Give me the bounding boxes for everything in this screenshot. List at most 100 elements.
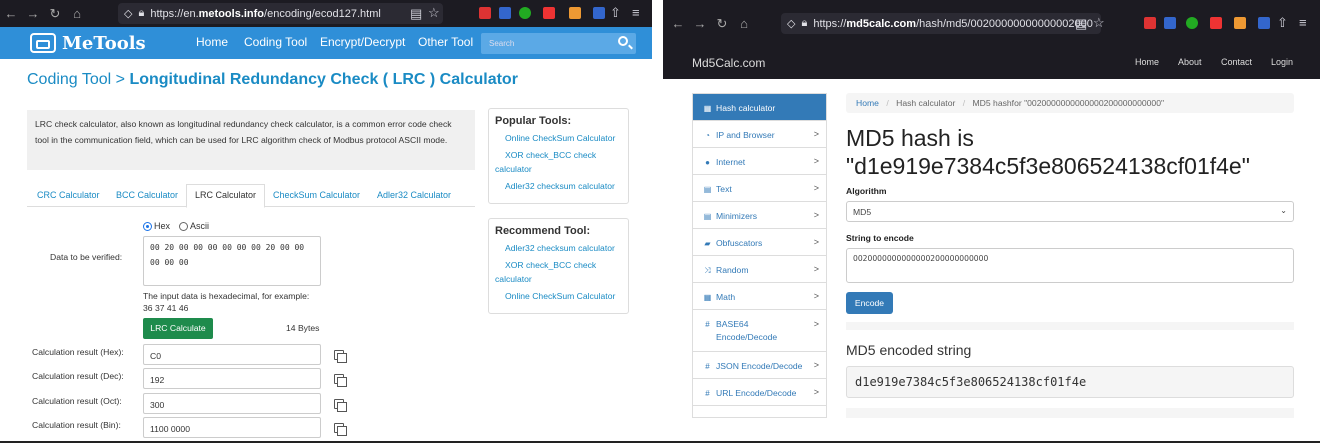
recommend-link[interactable]: XOR check_BCC check calculator — [495, 258, 622, 286]
extension-icon[interactable] — [1144, 17, 1156, 29]
sidebar-item-base64[interactable]: # BASE64 Encode/Decode > — [693, 310, 826, 352]
sidebar-item-internet[interactable]: ● Internet > — [693, 148, 826, 175]
breadcrumb-home[interactable]: Home — [856, 98, 879, 108]
nav-home[interactable]: Home — [196, 35, 228, 49]
result-oct-field[interactable]: 300 — [143, 393, 321, 414]
sidebar-item-url[interactable]: # URL Encode/Decode > — [693, 379, 826, 406]
radio-ascii[interactable]: Ascii — [179, 221, 209, 232]
sidebar-item-ip-browser[interactable]: ◔ IP and Browser > — [693, 121, 826, 148]
radio-hex[interactable]: Hex — [143, 221, 170, 232]
chevron-right-icon: > — [813, 319, 819, 329]
result-hex-label: Calculation result (Hex): — [32, 347, 124, 357]
extension-icon[interactable] — [569, 7, 581, 19]
lrc-calculate-button[interactable]: LRC Calculate — [143, 318, 213, 339]
extension-icon[interactable] — [1186, 17, 1198, 29]
string-input[interactable]: 0020000000000000200000000000 — [846, 248, 1294, 283]
result-bin-field[interactable]: 1100 0000 — [143, 417, 321, 438]
sidebar-item-minimizers[interactable]: ▤ Minimizers > — [693, 202, 826, 229]
nav-encrypt-decrypt[interactable]: Encrypt/Decrypt — [320, 35, 405, 49]
bookmark-star-icon[interactable]: ☆ — [428, 5, 440, 21]
calculator-icon: ▦ — [703, 293, 712, 302]
nav-contact[interactable]: Contact — [1221, 57, 1252, 67]
bookmark-star-icon[interactable]: ☆ — [1093, 15, 1105, 31]
tab-checksum[interactable]: CheckSum Calculator — [273, 190, 360, 200]
recommend-link[interactable]: Adler32 checksum calculator — [495, 241, 622, 255]
extension-icon[interactable] — [1258, 17, 1270, 29]
result-hex-field[interactable]: C0 — [143, 344, 321, 365]
address-bar[interactable]: ◇ 🔒︎ https://md5calc.com/hash/md5/002000… — [781, 13, 1101, 34]
search-input[interactable]: Search — [481, 33, 636, 54]
site-brand[interactable]: Md5Calc.com — [692, 56, 765, 70]
divider — [846, 322, 1294, 330]
description: LRC check calculator, also known as long… — [27, 110, 475, 170]
reader-icon[interactable]: ▤ — [410, 6, 422, 22]
encode-button[interactable]: Encode — [846, 292, 893, 314]
sidebar-item-text[interactable]: ▤ Text > — [693, 175, 826, 202]
nav-home[interactable]: Home — [1135, 57, 1159, 67]
divider — [0, 441, 1320, 443]
reload-icon[interactable]: ↻ — [711, 16, 733, 32]
tab-crc[interactable]: CRC Calculator — [37, 190, 100, 200]
share-icon[interactable]: ⇧ — [610, 5, 621, 21]
popular-link[interactable]: XOR check_BCC check calculator — [495, 148, 622, 176]
home-icon[interactable]: ⌂ — [66, 6, 88, 21]
file-icon: ▤ — [703, 185, 712, 194]
result-dec-field[interactable]: 192 — [143, 368, 321, 389]
site-navbar: Md5Calc.com Home About Contact Login — [663, 45, 1320, 79]
reload-icon[interactable]: ↻ — [44, 6, 66, 22]
extension-icon[interactable] — [593, 7, 605, 19]
copy-icon[interactable] — [334, 350, 347, 363]
forward-icon[interactable]: → — [22, 6, 44, 21]
encoded-result[interactable]: d1e919e7384c5f3e806524138cf01f4e — [846, 366, 1294, 398]
sidebar-item-math[interactable]: ▦ Math > — [693, 283, 826, 310]
extension-icon[interactable] — [1164, 17, 1176, 29]
address-bar[interactable]: ◇ 🔒︎ https://en. metools.info/encoding/ec… — [118, 3, 443, 24]
sidebar-item-hash-calculator[interactable]: ▦ Hash calculator — [693, 94, 826, 121]
tab-lrc[interactable]: LRC Calculator — [186, 184, 266, 208]
reader-icon[interactable]: ▤ — [1075, 16, 1087, 32]
back-icon[interactable]: ← — [667, 16, 689, 31]
result-dec-label: Calculation result (Dec): — [32, 371, 124, 381]
extension-icon[interactable] — [543, 7, 555, 19]
lock-icon: 🔒︎ — [138, 7, 145, 19]
copy-icon[interactable] — [334, 374, 347, 387]
grid-icon: ▦ — [703, 104, 712, 113]
sidebar-item-obfuscators[interactable]: ▰ Obfuscators > — [693, 229, 826, 256]
copy-icon[interactable] — [334, 399, 347, 412]
nav-login[interactable]: Login — [1271, 57, 1293, 67]
menu-icon[interactable]: ≡ — [632, 5, 640, 20]
extension-icon[interactable] — [499, 7, 511, 19]
search-icon[interactable] — [618, 36, 628, 46]
forward-icon[interactable]: → — [689, 16, 711, 31]
extension-icon[interactable] — [1210, 17, 1222, 29]
chevron-right-icon: > — [813, 210, 819, 220]
recommend-link[interactable]: Online CheckSum Calculator — [495, 289, 622, 303]
popular-link[interactable]: Adler32 checksum calculator — [495, 179, 622, 193]
nav-about[interactable]: About — [1178, 57, 1202, 67]
tab-bcc[interactable]: BCC Calculator — [116, 190, 178, 200]
menu-icon[interactable]: ≡ — [1299, 15, 1307, 30]
data-input[interactable]: 00 20 00 00 00 00 00 00 20 00 00 00 00 0… — [143, 236, 321, 286]
popular-link[interactable]: Online CheckSum Calculator — [495, 131, 622, 145]
nav-other-tool[interactable]: Other Tool — [418, 35, 473, 49]
back-icon[interactable]: ← — [0, 6, 22, 21]
extension-icon[interactable] — [1234, 17, 1246, 29]
browser-toolbar: ← → ↻ ⌂ ◇ 🔒︎ https://en. metools.info/enc… — [0, 0, 652, 27]
sidebar-item-json[interactable]: # JSON Encode/Decode > — [693, 352, 826, 379]
tools-sidebar: ▦ Hash calculator ◔ IP and Browser > ● Inter… — [692, 93, 827, 418]
copy-icon[interactable] — [334, 423, 347, 436]
hash-icon: # — [705, 389, 710, 398]
encoded-heading: MD5 encoded string — [846, 342, 972, 358]
extension-icon[interactable] — [519, 7, 531, 19]
home-icon[interactable]: ⌂ — [733, 16, 755, 31]
share-icon[interactable]: ⇧ — [1277, 15, 1288, 31]
algorithm-select[interactable]: MD5 ⌄ — [846, 201, 1294, 222]
tab-adler32[interactable]: Adler32 Calculator — [377, 190, 451, 200]
page-title: MD5 hash is "d1e919e7384c5f3e806524138cf… — [846, 125, 1250, 179]
breadcrumb-hash-calculator[interactable]: Hash calculator — [896, 98, 955, 108]
nav-coding-tool[interactable]: Coding Tool — [244, 35, 307, 49]
sidebar-item-random[interactable]: ⤨ Random > — [693, 256, 826, 283]
extension-icon[interactable] — [479, 7, 491, 19]
site-logo[interactable]: MeTools — [30, 31, 150, 55]
breadcrumb: Home / Hash calculator / MD5 hashfor "00… — [846, 93, 1294, 113]
